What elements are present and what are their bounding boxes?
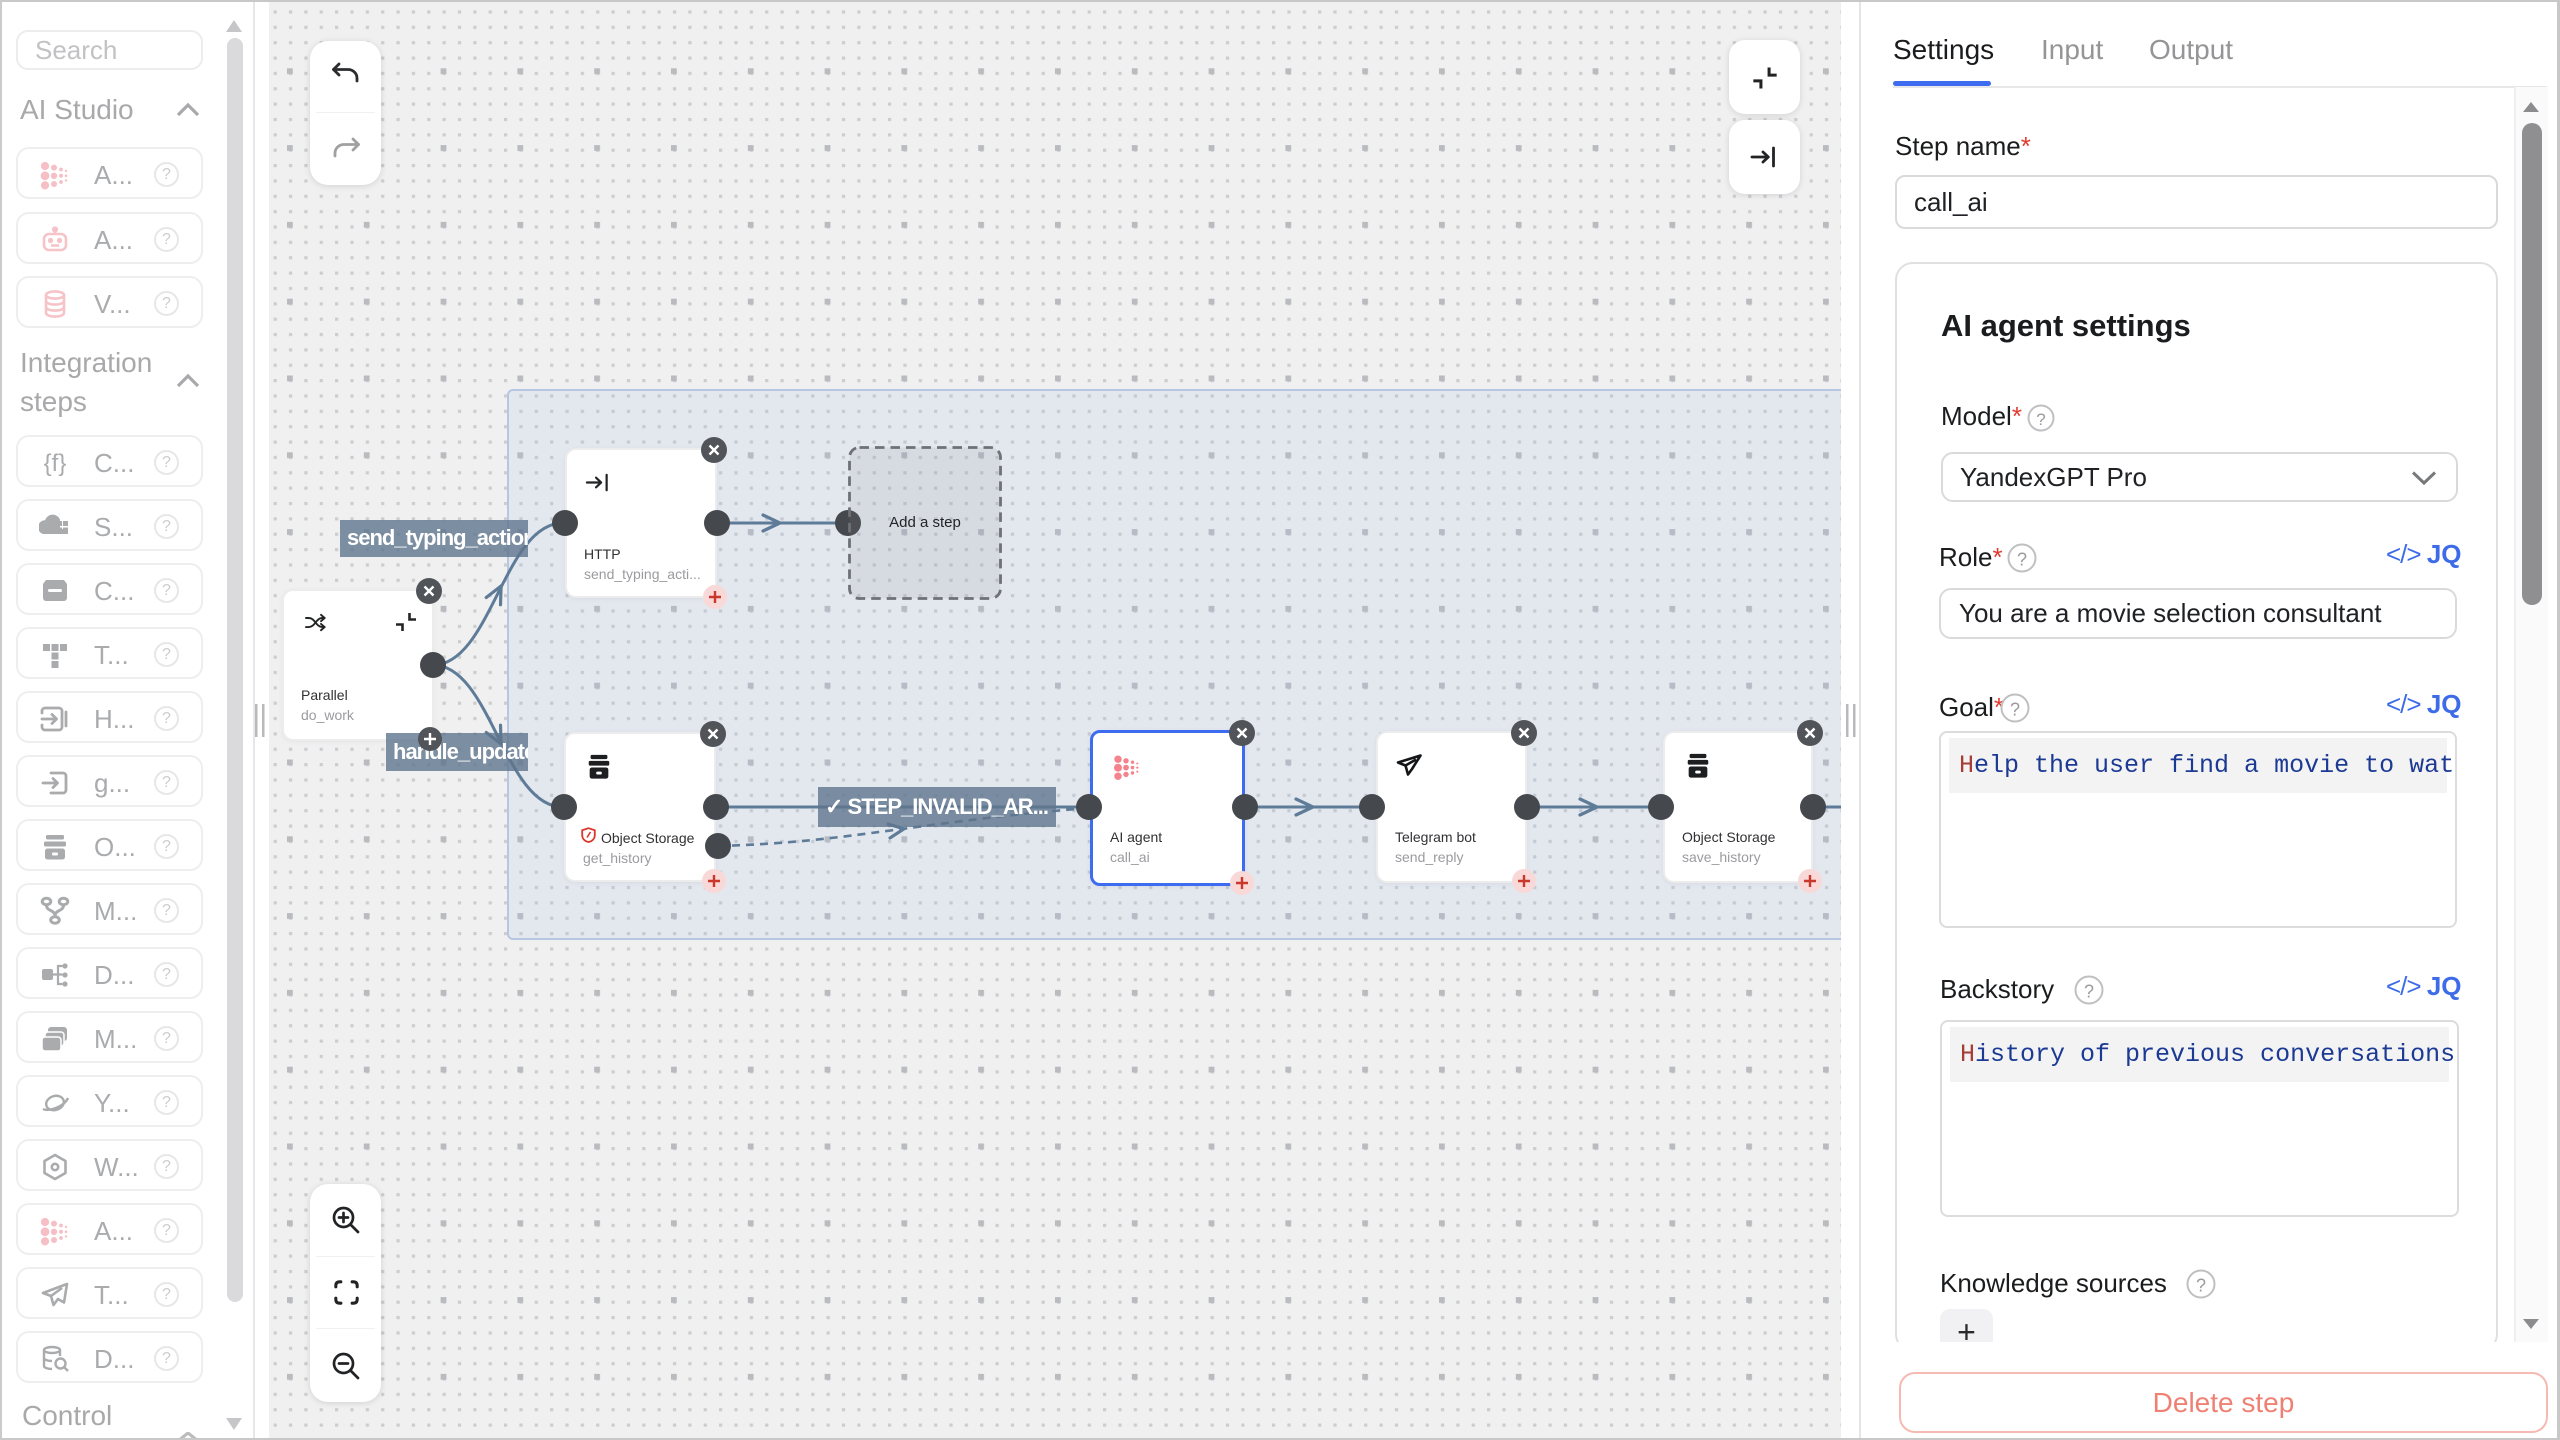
svg-text:?: ? (2196, 1276, 2206, 1296)
svg-text:?: ? (2010, 700, 2020, 720)
svg-text:?: ? (2017, 550, 2027, 570)
svg-text:?: ? (2036, 410, 2045, 429)
svg-text:{f}: {f} (44, 450, 67, 477)
svg-text:?: ? (2084, 982, 2094, 1002)
